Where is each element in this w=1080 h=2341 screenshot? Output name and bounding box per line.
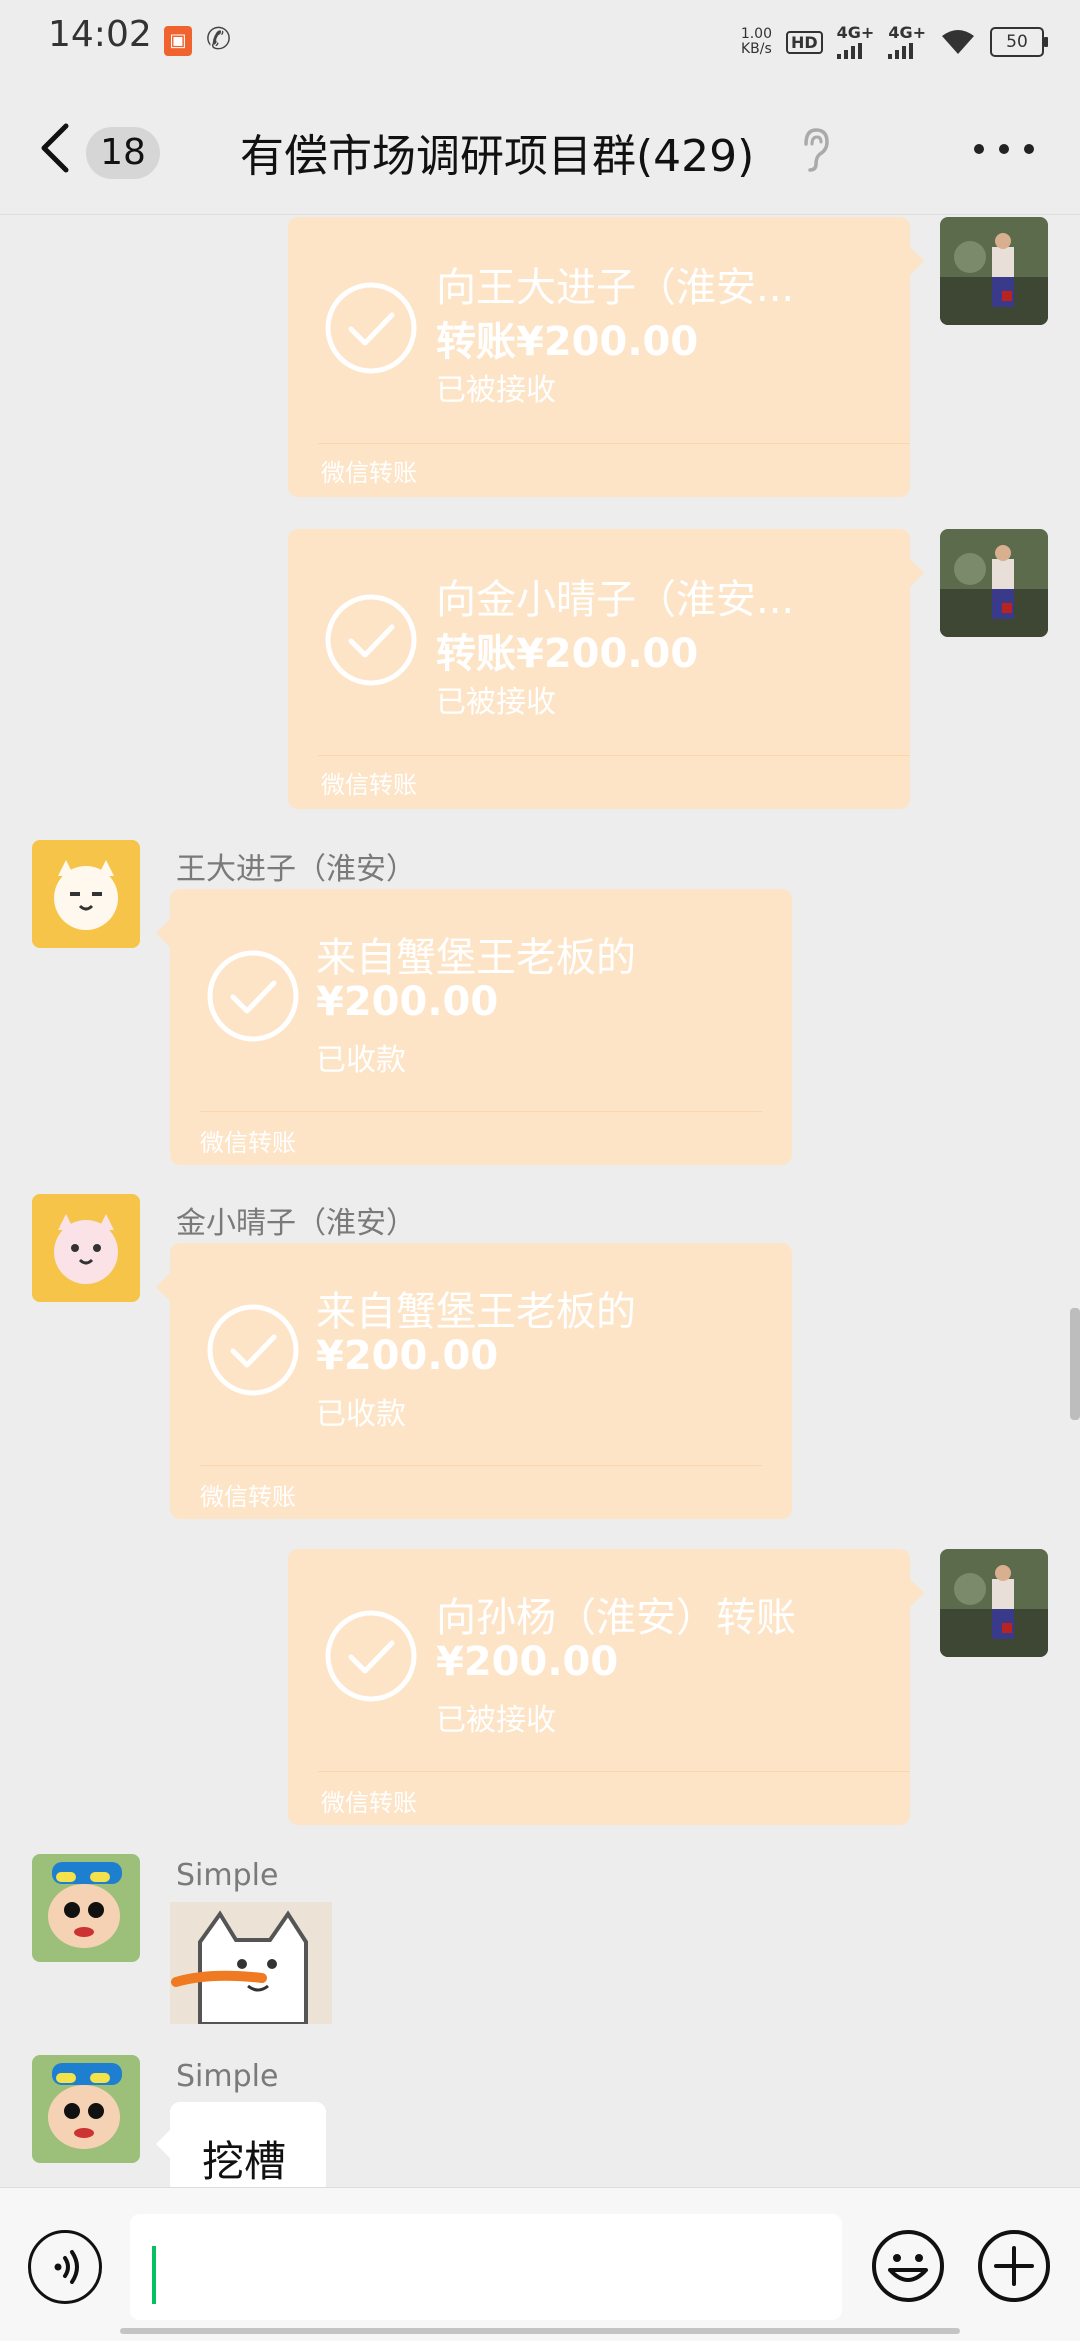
- check-circle-icon: [325, 594, 417, 686]
- transfer-message[interactable]: 向孙杨（淮安）转账 ¥200.00 已被接收 微信转账: [288, 1549, 924, 1825]
- transfer-amount: ¥200.00: [316, 1333, 499, 1379]
- chevron-left-icon: [41, 123, 69, 173]
- plus-button[interactable]: [976, 2228, 1052, 2304]
- signal-sim2-label: 4G+: [888, 23, 926, 42]
- avatar[interactable]: [940, 217, 1048, 325]
- transfer-footer: 微信转账: [321, 1789, 417, 1817]
- gesture-navigation-bar[interactable]: [120, 2328, 960, 2334]
- transfer-amount: 转账¥200.00: [436, 631, 699, 677]
- back-button[interactable]: [36, 120, 76, 176]
- text-message[interactable]: 挖槽: [156, 2102, 326, 2187]
- transfer-sender: 来自蟹堡王老板的: [316, 1289, 636, 1335]
- network-speed-unit: KB/s: [741, 41, 772, 57]
- emoji-button[interactable]: [870, 2228, 946, 2304]
- check-circle-icon: [325, 282, 417, 374]
- sender-name: Simple: [176, 1858, 279, 1893]
- transfer-footer: 微信转账: [200, 1129, 296, 1157]
- signal-sim2-icon: 4G+: [888, 25, 926, 59]
- transfer-footer: 微信转账: [321, 771, 417, 799]
- transfer-status: 已收款: [316, 1397, 406, 1432]
- transfer-amount: 转账¥200.00: [436, 319, 699, 365]
- wifi-icon: [940, 28, 976, 56]
- transfer-recipient: 向孙杨（淮安）转账: [436, 1595, 796, 1641]
- input-bar: [0, 2187, 1080, 2341]
- transfer-message[interactable]: 向金小晴子（淮安... 转账¥200.00 已被接收 微信转账: [288, 529, 924, 809]
- chat-header: 18 有偿市场调研项目群(429): [0, 82, 1080, 215]
- network-speed: 1.00 KB/s: [741, 27, 772, 57]
- sender-name: 王大进子（淮安）: [176, 852, 416, 887]
- plus-icon: [978, 2230, 1050, 2302]
- avatar[interactable]: [32, 1854, 140, 1962]
- status-time: 14:02: [48, 14, 152, 55]
- check-circle-icon: [207, 950, 299, 1042]
- status-indicators: 1.00 KB/s HD 4G+ 4G+ 50: [741, 20, 1048, 64]
- avatar[interactable]: [940, 1549, 1048, 1657]
- sender-name: 金小晴子（淮安）: [176, 1206, 416, 1241]
- voice-icon: [54, 2250, 79, 2284]
- check-circle-icon: [207, 1304, 299, 1396]
- transfer-footer: 微信转账: [321, 459, 417, 487]
- transfer-status: 已被接收: [436, 1703, 556, 1738]
- scrollbar-thumb[interactable]: [1070, 1308, 1080, 1420]
- emoji-icon: [872, 2230, 944, 2302]
- transfer-recipient: 向金小晴子（淮安...: [436, 577, 795, 623]
- transfer-footer: 微信转账: [200, 1483, 296, 1511]
- message-text: 挖槽: [202, 2137, 287, 2186]
- notification-carrier-icon: ✆: [206, 22, 232, 57]
- avatar[interactable]: [32, 2055, 140, 2163]
- check-circle-icon: [325, 1610, 417, 1702]
- transfer-recipient: 向王大进子（淮安...: [436, 265, 795, 311]
- transfer-message[interactable]: 来自蟹堡王老板的 ¥200.00 已收款 微信转账: [156, 1243, 792, 1519]
- battery-icon: 50: [990, 27, 1048, 57]
- message-input[interactable]: [130, 2214, 842, 2320]
- hd-voice-icon: HD: [785, 30, 823, 54]
- transfer-amount: ¥200.00: [436, 1639, 619, 1685]
- avatar[interactable]: [32, 1194, 140, 1302]
- network-speed-value: 1.00: [740, 26, 772, 42]
- signal-sim1-label: 4G+: [836, 23, 875, 42]
- sender-name: Simple: [176, 2059, 279, 2094]
- unread-count-badge[interactable]: 18: [86, 127, 160, 179]
- avatar[interactable]: [940, 529, 1048, 637]
- voice-button[interactable]: [28, 2230, 102, 2304]
- battery-level: 50: [1006, 32, 1028, 52]
- sticker-image[interactable]: [170, 1902, 332, 2024]
- page-title: 有偿市场调研项目群(429): [240, 131, 755, 182]
- transfer-status: 已被接收: [436, 685, 556, 720]
- transfer-message[interactable]: 向王大进子（淮安... 转账¥200.00 已被接收 微信转账: [288, 217, 924, 497]
- more-dots-icon[interactable]: [974, 144, 1034, 158]
- transfer-amount: ¥200.00: [316, 979, 499, 1025]
- status-bar: 14:02 ▣ ✆ 1.00 KB/s HD 4G+ 4G+ 50: [0, 0, 1080, 82]
- transfer-status: 已被接收: [436, 373, 556, 408]
- ear-icon: [800, 126, 830, 174]
- transfer-status: 已收款: [316, 1043, 406, 1078]
- avatar[interactable]: [32, 840, 140, 948]
- text-caret: [152, 2246, 156, 2304]
- notification-app-icon: ▣: [164, 26, 192, 56]
- signal-sim1-icon: 4G+: [836, 23, 875, 59]
- transfer-sender: 来自蟹堡王老板的: [316, 935, 636, 981]
- transfer-message[interactable]: 来自蟹堡王老板的 ¥200.00 已收款 微信转账: [156, 889, 792, 1165]
- message-list[interactable]: 向王大进子（淮安... 转账¥200.00 已被接收 微信转账 向金小晴子（淮安…: [0, 215, 1080, 2187]
